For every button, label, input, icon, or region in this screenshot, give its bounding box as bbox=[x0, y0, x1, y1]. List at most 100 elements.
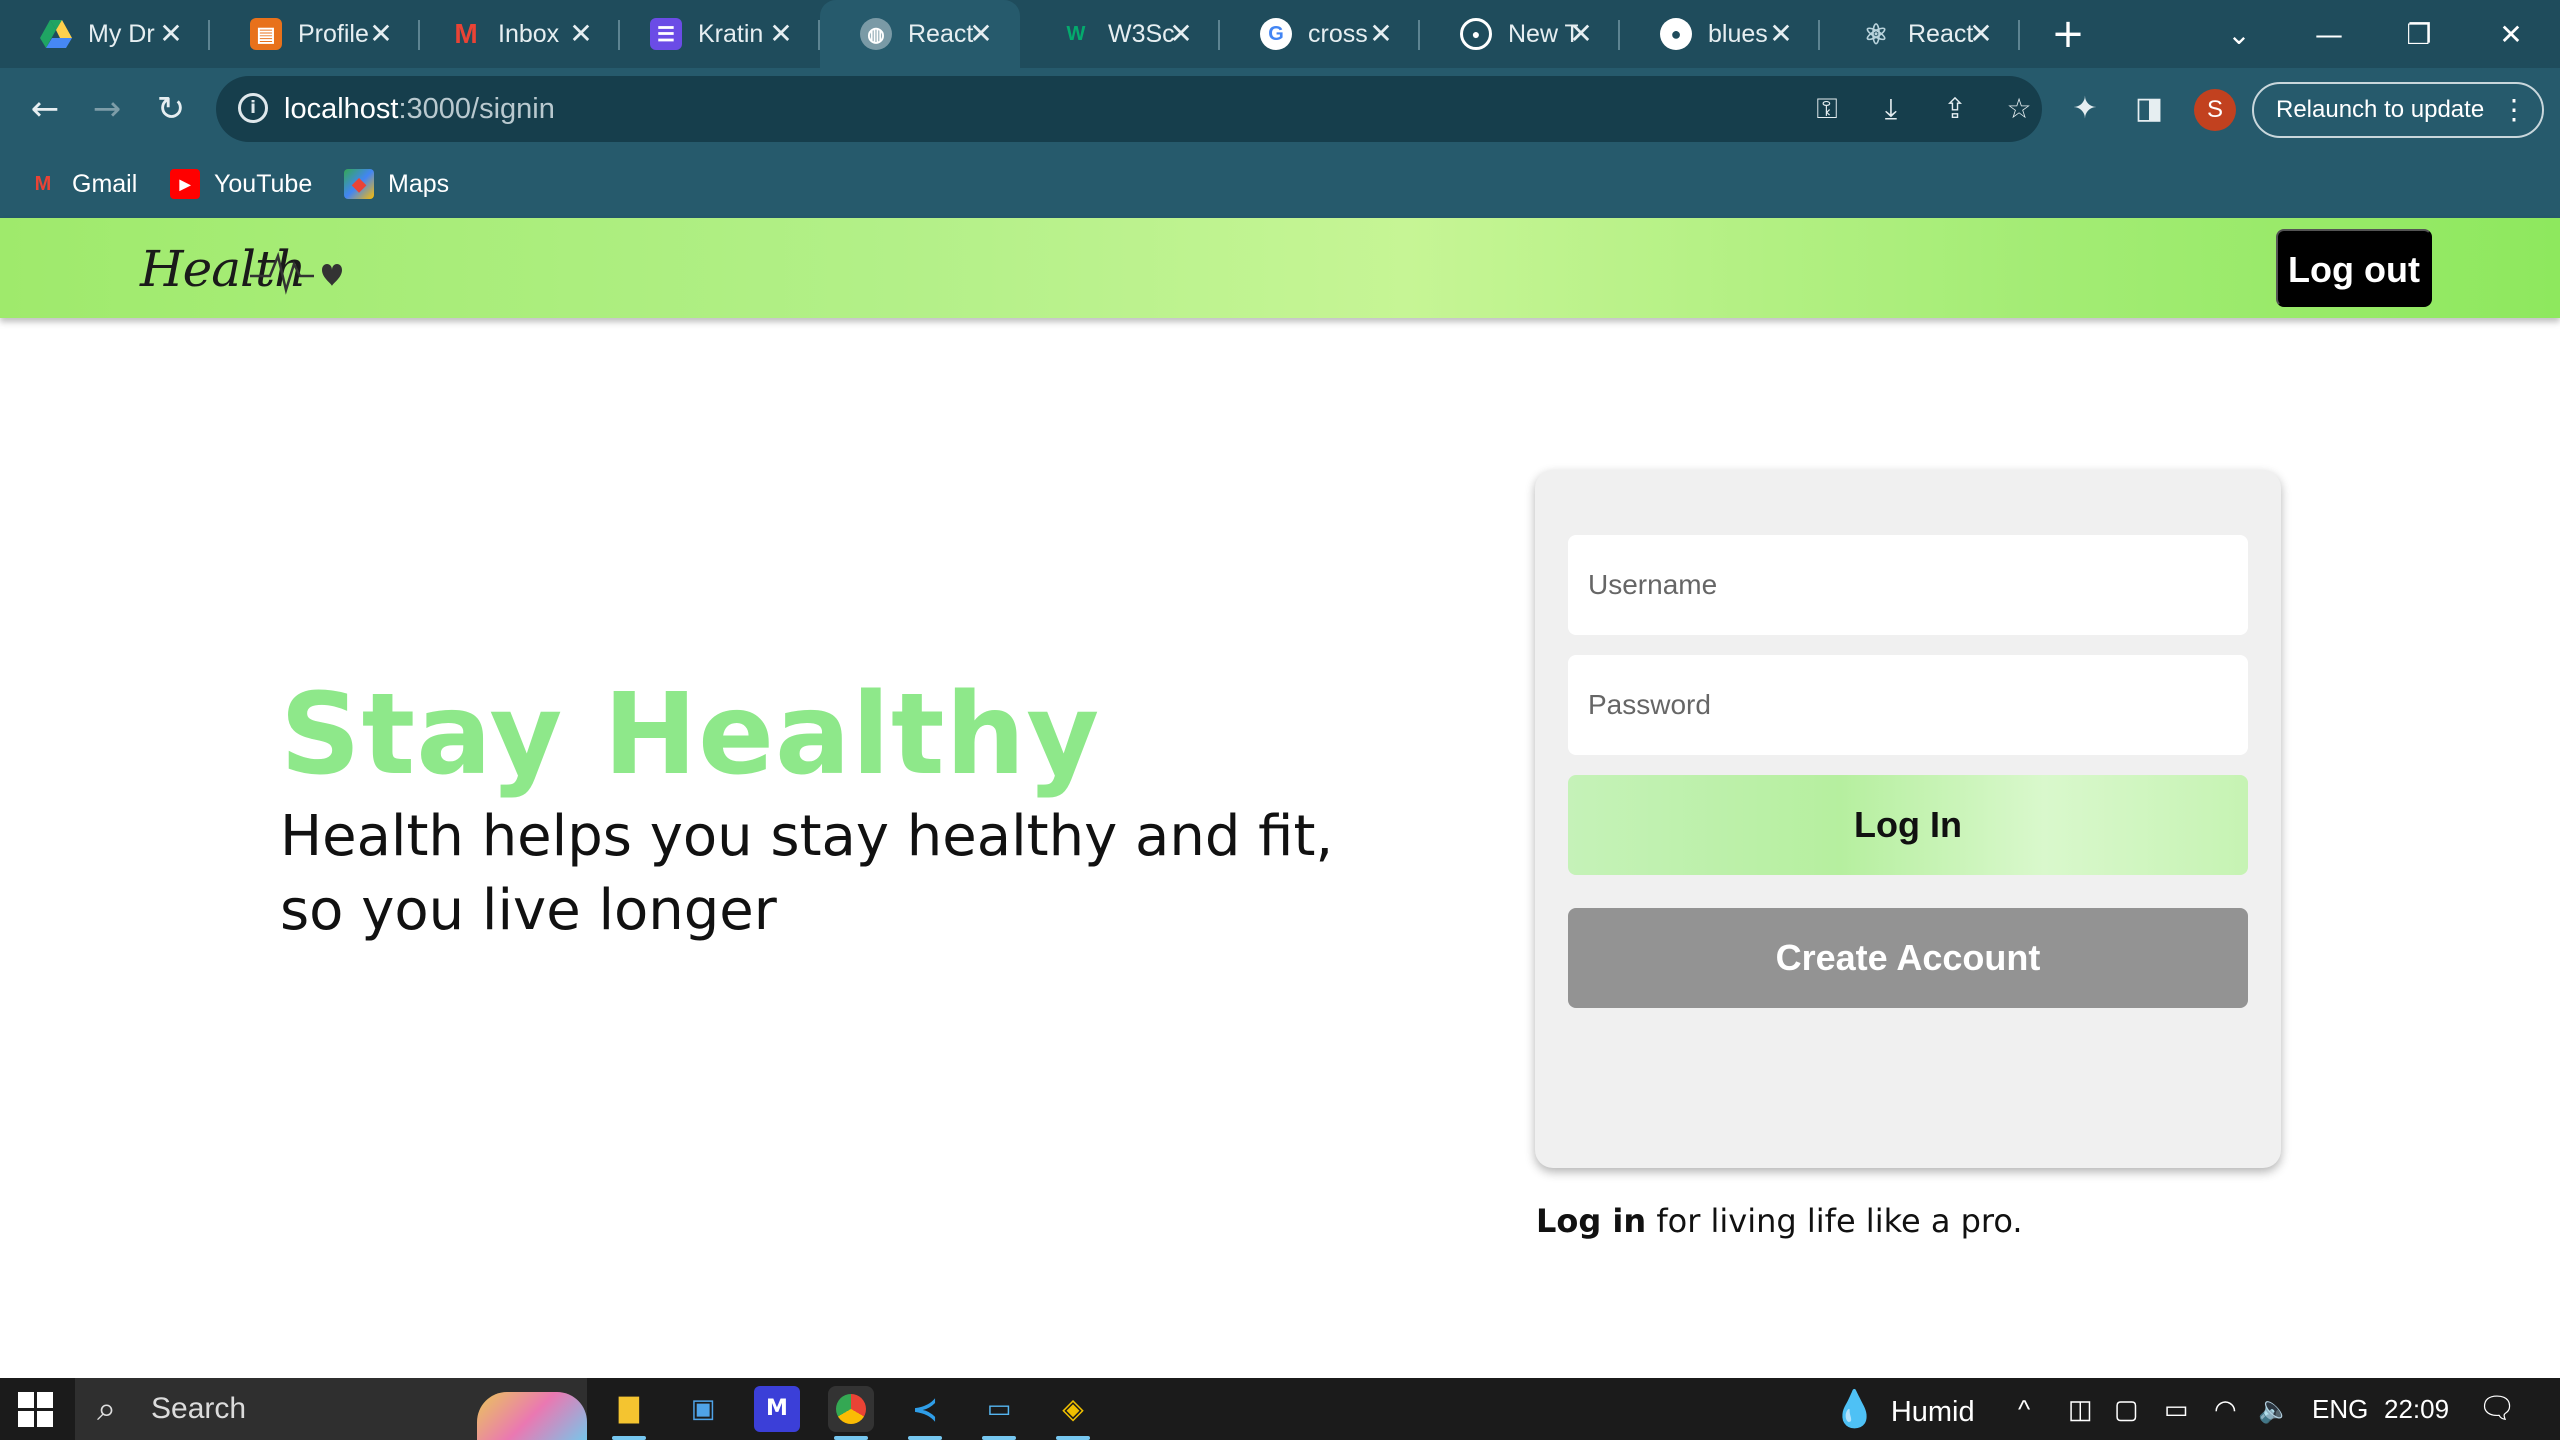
clock-time[interactable]: 22:09 bbox=[2384, 1378, 2449, 1440]
url-host: localhost bbox=[284, 93, 399, 125]
tab-w3schools[interactable]: W W3Sc ✕ bbox=[1020, 0, 1220, 68]
relaunch-to-update-button[interactable]: Relaunch to update ⋮ bbox=[2252, 82, 2544, 138]
bookmark-maps[interactable]: ◆ Maps bbox=[344, 166, 449, 202]
tab-react-app[interactable]: ⚛ React ✕ bbox=[1820, 0, 2020, 68]
logout-button[interactable]: Log out bbox=[2276, 229, 2432, 307]
windows-taskbar: ⌕ Search ▇ ▣ M ≺ ▭ ◈ 💧 Humid ^ ◫ ▢ ▭ ◠ 🔈 … bbox=[0, 1378, 2560, 1440]
vscode-icon[interactable]: ≺ bbox=[902, 1386, 948, 1432]
profile-avatar[interactable]: S bbox=[2194, 89, 2236, 131]
bookmark-star-icon[interactable]: ☆ bbox=[2002, 92, 2036, 126]
close-icon[interactable]: ✕ bbox=[764, 17, 798, 51]
vscode-running-indicator bbox=[908, 1436, 942, 1440]
tab-github[interactable]: ● blues ✕ bbox=[1620, 0, 1820, 68]
display-icon[interactable]: ▢ bbox=[2114, 1378, 2139, 1440]
address-bar[interactable]: i localhost:3000/signin ⚿ ⤓ ⇪ ☆ bbox=[216, 76, 2042, 142]
remote-desktop-running-indicator bbox=[982, 1436, 1016, 1440]
url-text[interactable]: localhost:3000/signin bbox=[284, 93, 555, 126]
browser-tab-strip: My Dr ✕ ▤ Profile ✕ M Inbox ✕ ☰ Kratin ✕… bbox=[0, 0, 2560, 68]
extensions-puzzle-icon[interactable]: ✦ bbox=[2068, 92, 2102, 126]
app-navbar: Health Log out bbox=[0, 218, 2560, 318]
github-icon: ● bbox=[1660, 18, 1692, 50]
tagline-rest: for living life like a pro. bbox=[1646, 1202, 2023, 1240]
taskbar-search-label: Search bbox=[151, 1392, 247, 1425]
username-input[interactable] bbox=[1568, 535, 2248, 635]
new-tab-plus-icon[interactable]: + bbox=[2046, 12, 2090, 56]
close-icon[interactable]: ✕ bbox=[564, 17, 598, 51]
forward-arrow-icon[interactable]: → bbox=[84, 86, 130, 132]
restore-icon[interactable]: ❐ bbox=[2374, 0, 2464, 68]
file-explorer-running-indicator bbox=[612, 1436, 646, 1440]
show-hidden-icons-chevron-icon[interactable]: ^ bbox=[2018, 1378, 2030, 1440]
close-icon[interactable]: ✕ bbox=[154, 17, 188, 51]
close-icon[interactable]: ✕ bbox=[1564, 17, 1598, 51]
google-drive-icon bbox=[40, 18, 72, 50]
close-icon[interactable]: ✕ bbox=[1964, 17, 1998, 51]
tab-google-search[interactable]: G cross ✕ bbox=[1220, 0, 1420, 68]
create-account-button[interactable]: Create Account bbox=[1568, 908, 2248, 1008]
bookmarks-bar: M Gmail ▶ YouTube ◆ Maps bbox=[0, 150, 2560, 218]
bookmark-gmail[interactable]: M Gmail bbox=[28, 166, 138, 202]
share-icon[interactable]: ⇪ bbox=[1938, 92, 1972, 126]
taskbar-search-box[interactable]: ⌕ Search bbox=[75, 1378, 587, 1440]
close-icon[interactable]: ✕ bbox=[364, 17, 398, 51]
tab-inbox[interactable]: M Inbox ✕ bbox=[410, 0, 620, 68]
site-info-icon[interactable]: i bbox=[238, 93, 268, 123]
remote-desktop-icon[interactable]: ▭ bbox=[976, 1386, 1022, 1432]
back-arrow-icon[interactable]: ← bbox=[22, 86, 68, 132]
battery-icon[interactable]: ▭ bbox=[2164, 1378, 2189, 1440]
search-highlight-illustration bbox=[477, 1392, 587, 1440]
weather-widget[interactable]: 💧 Humid bbox=[1832, 1378, 1975, 1440]
microsoft-store-icon[interactable]: ▣ bbox=[680, 1386, 726, 1432]
signin-tagline: Log in for living life like a pro. bbox=[1536, 1202, 2023, 1240]
close-icon[interactable]: ✕ bbox=[1364, 17, 1398, 51]
tab-profile[interactable]: ▤ Profile ✕ bbox=[210, 0, 420, 68]
chrome-running-indicator bbox=[834, 1436, 868, 1440]
git-running-indicator bbox=[1056, 1436, 1090, 1440]
tab-kratin[interactable]: ☰ Kratin ✕ bbox=[610, 0, 820, 68]
tab-new-tab[interactable]: ● New T ✕ bbox=[1420, 0, 1620, 68]
browser-toolbar: ← → ↻ i localhost:3000/signin ⚿ ⤓ ⇪ ☆ ✦ … bbox=[0, 68, 2560, 150]
tab-search-chevron-icon[interactable]: ⌄ bbox=[2194, 0, 2284, 68]
language-indicator[interactable]: ENG bbox=[2312, 1378, 2368, 1440]
volume-icon[interactable]: 🔈 bbox=[2258, 1378, 2290, 1440]
windows-start-icon[interactable] bbox=[18, 1392, 54, 1428]
window-close-icon[interactable]: ✕ bbox=[2466, 0, 2556, 68]
bookmark-youtube[interactable]: ▶ YouTube bbox=[170, 166, 312, 202]
password-key-icon[interactable]: ⚿ bbox=[1810, 92, 1844, 126]
health-logo[interactable]: Health bbox=[140, 232, 350, 304]
globe-icon: ◍ bbox=[860, 18, 892, 50]
close-icon[interactable]: ✕ bbox=[1164, 17, 1198, 51]
tab-react-active[interactable]: ◍ React ✕ bbox=[820, 0, 1020, 68]
minimize-icon[interactable]: — bbox=[2284, 0, 2374, 68]
login-button[interactable]: Log In bbox=[1568, 775, 2248, 875]
tab-title: My Dr bbox=[88, 19, 155, 48]
relaunch-label: Relaunch to update bbox=[2276, 96, 2485, 123]
wifi-icon[interactable]: ◠ bbox=[2214, 1378, 2237, 1440]
close-icon[interactable]: ✕ bbox=[1764, 17, 1798, 51]
tab-title: Inbox bbox=[498, 19, 560, 48]
password-input[interactable] bbox=[1568, 655, 2248, 755]
close-icon[interactable]: ✕ bbox=[964, 17, 998, 51]
file-explorer-icon[interactable]: ▇ bbox=[606, 1386, 652, 1432]
git-icon[interactable]: ◈ bbox=[1050, 1386, 1096, 1432]
chrome-taskbar-icon[interactable] bbox=[828, 1386, 874, 1432]
weather-label: Humid bbox=[1890, 1396, 1975, 1428]
side-panel-icon[interactable]: ◨ bbox=[2132, 92, 2166, 126]
signin-card: Log In Create Account bbox=[1535, 470, 2281, 1168]
camera-icon[interactable]: ◫ bbox=[2068, 1378, 2093, 1440]
gmail-icon: M bbox=[34, 173, 52, 195]
notifications-icon[interactable]: 🗨 bbox=[2478, 1378, 2516, 1440]
reload-icon[interactable]: ↻ bbox=[148, 86, 194, 132]
power-automate-icon[interactable]: M bbox=[754, 1386, 800, 1432]
tab-my-drive[interactable]: My Dr ✕ bbox=[0, 0, 210, 68]
gmail-icon: M bbox=[454, 18, 478, 49]
search-icon: ⌕ bbox=[97, 1390, 117, 1428]
profile-site-icon: ▤ bbox=[250, 18, 282, 50]
hero-title: Stay Healthy bbox=[280, 670, 1101, 800]
tab-separator bbox=[2018, 20, 2020, 50]
install-app-icon[interactable]: ⤓ bbox=[1874, 92, 1908, 126]
url-path: :3000/signin bbox=[398, 93, 555, 125]
humidity-drop-icon: 💧 bbox=[1832, 1388, 1877, 1429]
list-app-icon: ☰ bbox=[650, 18, 682, 50]
menu-kebab-icon[interactable]: ⋮ bbox=[2500, 84, 2528, 136]
